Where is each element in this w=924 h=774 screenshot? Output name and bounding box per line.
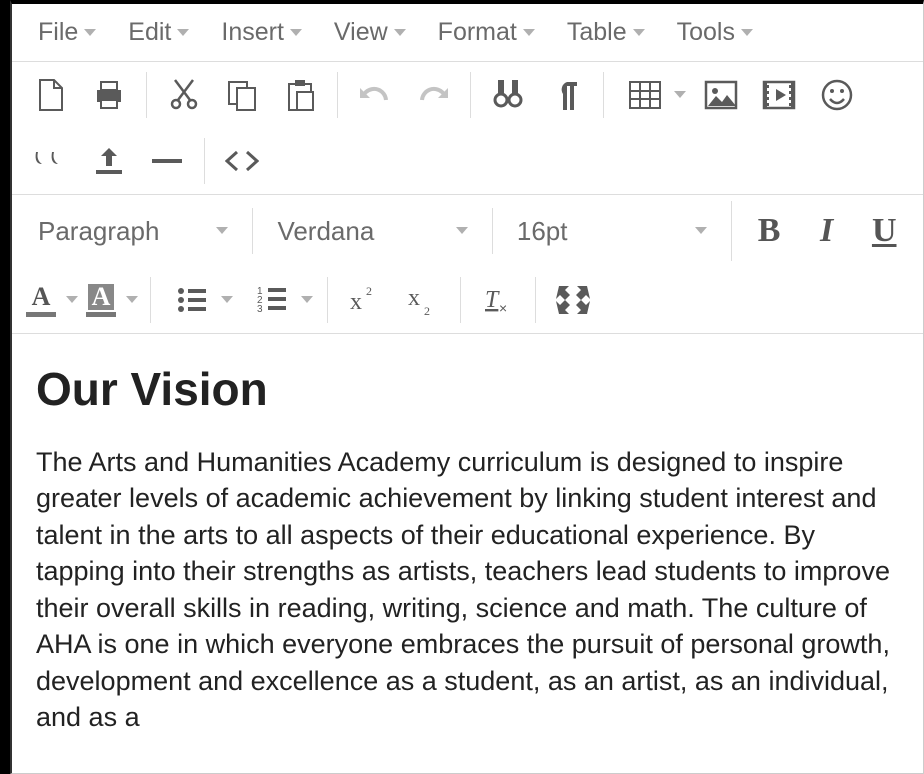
text-color-button[interactable]: A	[24, 284, 80, 317]
subscript-button[interactable]	[396, 273, 450, 327]
undo-button[interactable]	[348, 68, 402, 122]
background-color-button[interactable]: A	[84, 284, 140, 317]
menu-table[interactable]: Table	[553, 12, 659, 53]
font-family-select[interactable]: Verdana	[263, 201, 481, 261]
source-code-button[interactable]	[215, 134, 269, 188]
menu-edit[interactable]: Edit	[114, 12, 203, 53]
redo-button[interactable]	[406, 68, 460, 122]
print-button[interactable]	[82, 68, 136, 122]
separator	[146, 72, 147, 118]
superscript-button[interactable]	[338, 273, 392, 327]
new-document-button[interactable]	[24, 68, 78, 122]
find-replace-button[interactable]	[481, 68, 535, 122]
menu-file-label: File	[38, 18, 78, 47]
block-format-value: Paragraph	[38, 216, 159, 247]
toolbar-row-3: Paragraph Verdana 16pt B I U	[12, 195, 923, 267]
cut-button[interactable]	[157, 68, 211, 122]
separator	[204, 138, 205, 184]
separator	[337, 72, 338, 118]
font-size-select[interactable]: 16pt	[503, 201, 721, 261]
separator	[731, 201, 732, 261]
menu-view[interactable]: View	[320, 12, 420, 53]
separator	[535, 277, 536, 323]
font-family-value: Verdana	[277, 216, 374, 247]
paste-button[interactable]	[273, 68, 327, 122]
separator	[603, 72, 604, 118]
bullet-list-icon	[165, 273, 219, 327]
copy-button[interactable]	[215, 68, 269, 122]
show-invisible-button[interactable]	[539, 68, 593, 122]
horizontal-rule-button[interactable]	[140, 134, 194, 188]
bold-button[interactable]: B	[742, 204, 796, 258]
menu-format[interactable]: Format	[424, 12, 549, 53]
insert-emoji-button[interactable]	[810, 68, 864, 122]
menu-insert-label: Insert	[221, 18, 284, 47]
background-color-icon: A	[86, 284, 116, 317]
menu-format-label: Format	[438, 18, 517, 47]
menubar: File Edit Insert View Format Table Tools	[12, 4, 923, 62]
numbered-list-button[interactable]	[241, 273, 317, 327]
fullscreen-button[interactable]	[546, 273, 600, 327]
insert-table-button[interactable]	[614, 68, 690, 122]
menu-insert[interactable]: Insert	[207, 12, 316, 53]
italic-button[interactable]: I	[800, 204, 854, 258]
clear-formatting-button[interactable]	[471, 273, 525, 327]
toolbar-row-1	[12, 62, 923, 128]
separator	[492, 208, 493, 254]
background-color-letter: A	[88, 284, 115, 310]
bullet-list-button[interactable]	[161, 273, 237, 327]
menu-tools-label: Tools	[677, 18, 735, 47]
separator	[460, 277, 461, 323]
menu-tools[interactable]: Tools	[663, 12, 767, 53]
upload-button[interactable]	[82, 134, 136, 188]
text-color-icon: A	[26, 284, 56, 317]
insert-video-button[interactable]	[752, 68, 806, 122]
menu-edit-label: Edit	[128, 18, 171, 47]
font-size-value: 16pt	[517, 216, 568, 247]
separator	[327, 277, 328, 323]
menu-table-label: Table	[567, 18, 627, 47]
menu-view-label: View	[334, 18, 388, 47]
separator	[470, 72, 471, 118]
blockquote-button[interactable]	[24, 134, 78, 188]
toolbar-row-4: A A	[12, 267, 923, 334]
block-format-select[interactable]: Paragraph	[24, 201, 242, 261]
text-color-letter: A	[28, 284, 55, 310]
toolbar-row-2	[12, 128, 923, 195]
separator	[252, 208, 253, 254]
menu-file[interactable]: File	[24, 12, 110, 53]
underline-button[interactable]: U	[857, 204, 911, 258]
numbered-list-icon	[245, 273, 299, 327]
document-heading: Our Vision	[36, 362, 899, 416]
document-body-paragraph: The Arts and Humanities Academy curricul…	[36, 444, 899, 736]
table-icon	[618, 68, 672, 122]
separator	[150, 277, 151, 323]
editor-content[interactable]: Our Vision The Arts and Humanities Acade…	[12, 334, 923, 764]
insert-image-button[interactable]	[694, 68, 748, 122]
editor-container: File Edit Insert View Format Table Tools	[10, 0, 924, 774]
